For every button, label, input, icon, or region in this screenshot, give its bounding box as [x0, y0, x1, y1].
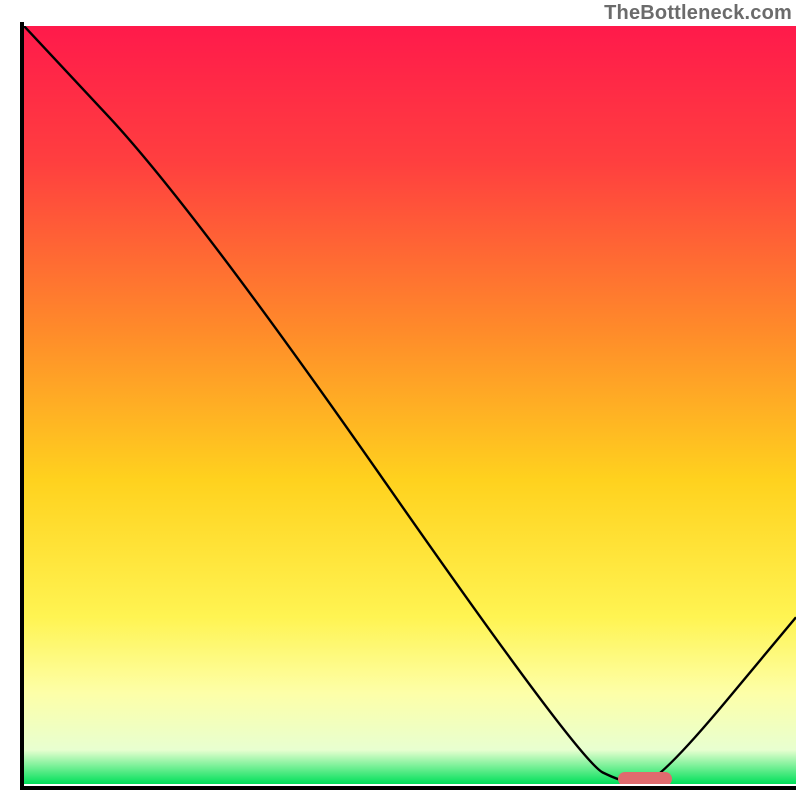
- plot-area: [24, 26, 796, 784]
- x-axis: [20, 786, 796, 790]
- watermark-text: TheBottleneck.com: [604, 2, 792, 25]
- bottleneck-curve: [24, 26, 796, 784]
- curve-path: [24, 26, 796, 784]
- chart-container: TheBottleneck.com: [0, 0, 800, 800]
- optimal-band-marker: [618, 772, 672, 784]
